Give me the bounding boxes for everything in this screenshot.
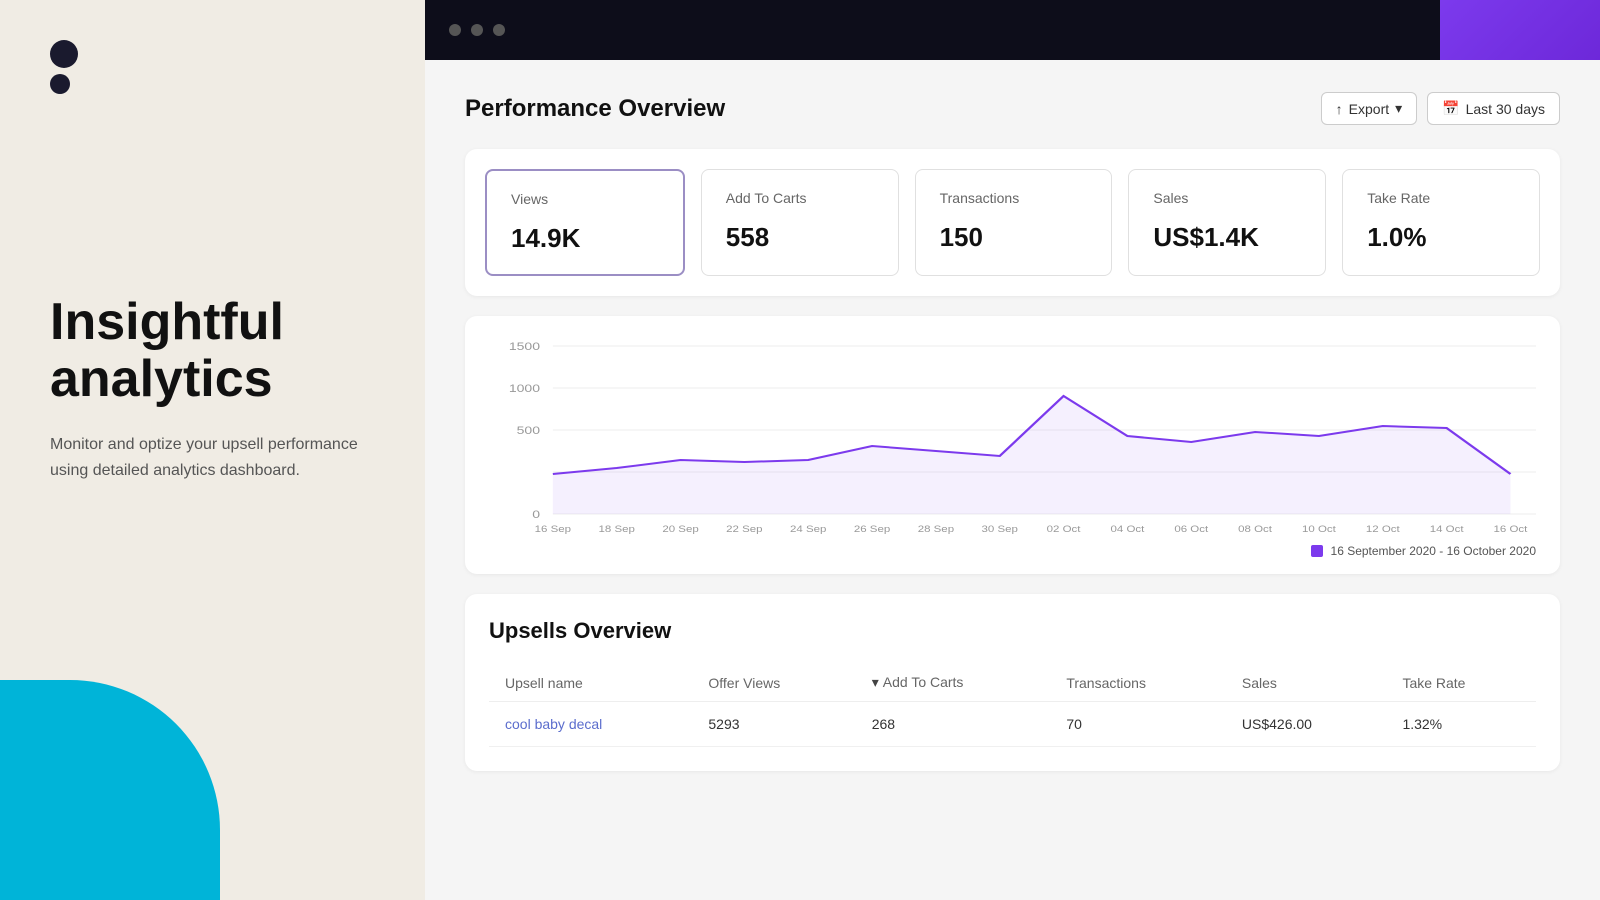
chart-area: 1500 1000 500 0 16 Sep 18 Sep 20 Sep 22 … <box>489 336 1536 536</box>
stat-label: Add To Carts <box>726 190 874 206</box>
svg-text:20 Sep: 20 Sep <box>662 525 699 535</box>
sort-arrow-icon: ▾ <box>872 674 879 691</box>
main-area: Performance Overview ↑ Export ▾ 📅 Last 3… <box>425 0 1600 900</box>
svg-text:14 Oct: 14 Oct <box>1430 525 1464 535</box>
stat-value: 1.0% <box>1367 222 1515 253</box>
svg-text:22 Sep: 22 Sep <box>726 525 763 535</box>
upsells-section: Upsells Overview Upsell name Offer Views… <box>465 594 1560 771</box>
date-range-label: Last 30 days <box>1466 101 1545 117</box>
th-offer-views: Offer Views <box>692 664 855 702</box>
sales-cell: US$426.00 <box>1226 702 1387 747</box>
upsell-name-cell[interactable]: cool baby decal <box>489 702 692 747</box>
svg-text:16 Sep: 16 Sep <box>535 525 572 535</box>
svg-text:28 Sep: 28 Sep <box>918 525 955 535</box>
performance-title: Performance Overview <box>465 95 725 123</box>
legend-swatch <box>1311 545 1323 557</box>
svg-text:30 Sep: 30 Sep <box>982 525 1019 535</box>
logo-dot-large <box>50 40 78 68</box>
stat-label: Transactions <box>940 190 1088 206</box>
stats-container: Views 14.9K Add To Carts 558 Transaction… <box>465 149 1560 296</box>
th-sales: Sales <box>1226 664 1387 702</box>
chart-container: 1500 1000 500 0 16 Sep 18 Sep 20 Sep 22 … <box>465 316 1560 574</box>
stats-grid: Views 14.9K Add To Carts 558 Transaction… <box>485 169 1540 276</box>
table-header: Upsell name Offer Views ▾Add To Carts Tr… <box>489 664 1536 702</box>
table-header-row: Upsell name Offer Views ▾Add To Carts Tr… <box>489 664 1536 702</box>
stat-value: 14.9K <box>511 223 659 254</box>
stat-label: Sales <box>1153 190 1301 206</box>
stat-card-take-rate[interactable]: Take Rate 1.0% <box>1342 169 1540 276</box>
sidebar-title: Insightful analytics <box>50 294 375 408</box>
upsells-title: Upsells Overview <box>489 618 1536 644</box>
transactions-cell: 70 <box>1050 702 1226 747</box>
logo <box>50 40 375 94</box>
stat-card-add-to-carts[interactable]: Add To Carts 558 <box>701 169 899 276</box>
topbar-dot-1 <box>449 24 461 36</box>
sidebar: Insightful analytics Monitor and optize … <box>0 0 425 900</box>
chart-svg: 1500 1000 500 0 16 Sep 18 Sep 20 Sep 22 … <box>489 336 1536 536</box>
logo-dot-small <box>50 74 70 94</box>
export-chevron-icon: ▾ <box>1395 100 1402 117</box>
sidebar-description: Monitor and optize your upsell performan… <box>50 432 370 483</box>
chart-legend: 16 September 2020 - 16 October 2020 <box>489 544 1536 558</box>
chart-area-fill <box>553 396 1511 514</box>
table-body: cool baby decal 5293 268 70 US$426.00 1.… <box>489 702 1536 747</box>
top-right-accent <box>1440 0 1600 60</box>
content-area: Performance Overview ↑ Export ▾ 📅 Last 3… <box>425 60 1600 900</box>
svg-text:18 Sep: 18 Sep <box>598 525 635 535</box>
date-range-button[interactable]: 📅 Last 30 days <box>1427 92 1560 125</box>
topbar-dot-3 <box>493 24 505 36</box>
topbar-dot-2 <box>471 24 483 36</box>
svg-text:08 Oct: 08 Oct <box>1238 525 1272 535</box>
svg-text:0: 0 <box>532 508 540 520</box>
svg-text:02 Oct: 02 Oct <box>1047 525 1081 535</box>
export-icon: ↑ <box>1336 101 1343 117</box>
export-label: Export <box>1349 101 1389 117</box>
svg-text:1000: 1000 <box>509 382 540 394</box>
svg-text:500: 500 <box>517 424 540 436</box>
stat-card-transactions[interactable]: Transactions 150 <box>915 169 1113 276</box>
stat-value: 150 <box>940 222 1088 253</box>
header-actions: ↑ Export ▾ 📅 Last 30 days <box>1321 92 1560 125</box>
table-row: cool baby decal 5293 268 70 US$426.00 1.… <box>489 702 1536 747</box>
svg-text:06 Oct: 06 Oct <box>1174 525 1208 535</box>
add-to-carts-cell: 268 <box>856 702 1051 747</box>
svg-text:10 Oct: 10 Oct <box>1302 525 1336 535</box>
stat-value: US$1.4K <box>1153 222 1301 253</box>
stat-label: Views <box>511 191 659 207</box>
offer-views-cell: 5293 <box>692 702 855 747</box>
svg-text:24 Sep: 24 Sep <box>790 525 827 535</box>
take-rate-cell: 1.32% <box>1386 702 1536 747</box>
svg-text:12 Oct: 12 Oct <box>1366 525 1400 535</box>
stat-card-sales[interactable]: Sales US$1.4K <box>1128 169 1326 276</box>
stat-value: 558 <box>726 222 874 253</box>
topbar <box>425 0 1600 60</box>
chart-legend-label: 16 September 2020 - 16 October 2020 <box>1331 544 1536 558</box>
upsells-table: Upsell name Offer Views ▾Add To Carts Tr… <box>489 664 1536 747</box>
th-add-to-carts[interactable]: ▾Add To Carts <box>856 664 1051 702</box>
performance-header: Performance Overview ↑ Export ▾ 📅 Last 3… <box>465 92 1560 125</box>
svg-text:26 Sep: 26 Sep <box>854 525 891 535</box>
stat-card-views[interactable]: Views 14.9K <box>485 169 685 276</box>
svg-text:16 Oct: 16 Oct <box>1494 525 1528 535</box>
sidebar-accent-shape <box>0 680 220 900</box>
svg-text:04 Oct: 04 Oct <box>1110 525 1144 535</box>
th-take-rate: Take Rate <box>1386 664 1536 702</box>
stat-label: Take Rate <box>1367 190 1515 206</box>
export-button[interactable]: ↑ Export ▾ <box>1321 92 1418 125</box>
svg-text:1500: 1500 <box>509 340 540 352</box>
calendar-icon: 📅 <box>1442 100 1459 117</box>
th-upsell-name: Upsell name <box>489 664 692 702</box>
th-transactions: Transactions <box>1050 664 1226 702</box>
